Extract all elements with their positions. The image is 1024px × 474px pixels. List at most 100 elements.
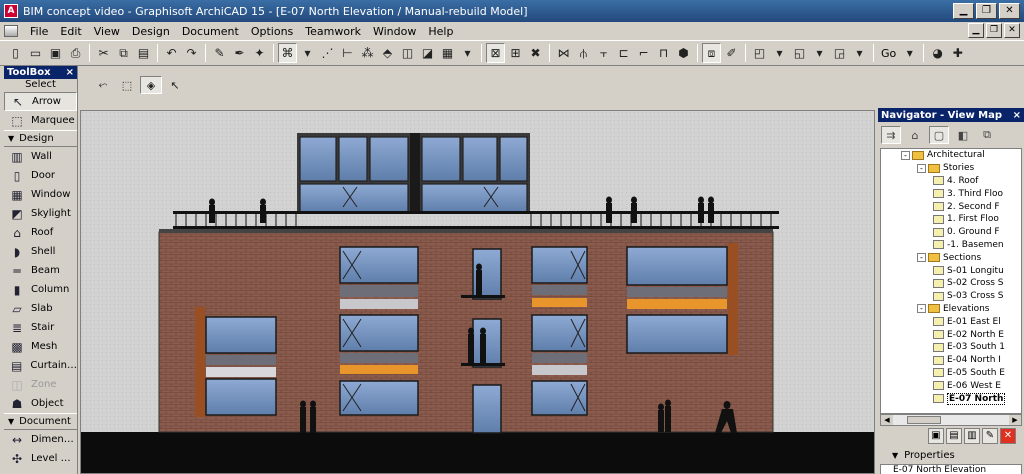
tool-beam[interactable]: ═ Beam bbox=[4, 261, 77, 280]
copy-icon[interactable]: ⧉ bbox=[114, 43, 133, 63]
tree-view-item[interactable]: E-07 North bbox=[881, 392, 1021, 405]
new-file-icon[interactable]: ▯ bbox=[6, 43, 25, 63]
doc-restore-button[interactable]: ❐ bbox=[986, 23, 1002, 38]
document-section-header[interactable]: ▼ Document bbox=[4, 413, 77, 430]
navigator-header[interactable]: Navigator - View Map × bbox=[878, 108, 1024, 122]
tree-view-item[interactable]: S-03 Cross S bbox=[881, 290, 1021, 303]
undo-icon[interactable]: ↶ bbox=[162, 43, 181, 63]
menu-options[interactable]: Options bbox=[245, 25, 299, 38]
tree-folder[interactable]: - Stories bbox=[881, 162, 1021, 175]
delete-icon[interactable]: ✕ bbox=[1000, 428, 1016, 444]
tool-level[interactable]: ✣ Level … bbox=[4, 449, 77, 468]
plan-view-icon[interactable]: ⧈ bbox=[702, 43, 721, 63]
guide-lines-icon[interactable]: ⊢ bbox=[338, 43, 357, 63]
new-folder-icon[interactable]: ▣ bbox=[928, 428, 944, 444]
tree-view-item[interactable]: 0. Ground F bbox=[881, 226, 1021, 239]
magic-wand-icon[interactable]: ✦ bbox=[250, 43, 269, 63]
dropdown-arrow-icon[interactable]: ▾ bbox=[900, 43, 919, 63]
minimize-button[interactable]: ▁ bbox=[953, 3, 974, 19]
tree-view-item[interactable]: S-01 Longitu bbox=[881, 264, 1021, 277]
menu-document[interactable]: Document bbox=[176, 25, 245, 38]
marquee-shape-icon[interactable]: ⬚ bbox=[116, 76, 138, 94]
menu-view[interactable]: View bbox=[88, 25, 126, 38]
tool-wall[interactable]: ▥ Wall bbox=[4, 147, 77, 166]
properties-header[interactable]: ▼ Properties bbox=[880, 448, 1022, 462]
tree-folder[interactable]: - Elevations bbox=[881, 303, 1021, 316]
project-map-icon[interactable]: ⌂ bbox=[905, 126, 925, 144]
offset-icon[interactable]: ⊓ bbox=[654, 43, 673, 63]
document-menu-icon[interactable] bbox=[4, 25, 18, 37]
tool-stair[interactable]: ≣ Stair bbox=[4, 318, 77, 337]
title-bar[interactable]: A BIM concept video - Graphisoft ArchiCA… bbox=[0, 0, 1024, 22]
model-view-icon[interactable]: ▦ bbox=[438, 43, 457, 63]
redo-icon[interactable]: ↷ bbox=[182, 43, 201, 63]
menu-window[interactable]: Window bbox=[367, 25, 422, 38]
section-icon[interactable]: ◱ bbox=[790, 43, 809, 63]
geometry-method-icon[interactable]: ⬿ bbox=[92, 76, 114, 94]
tool-shell[interactable]: ◗ Shell bbox=[4, 242, 77, 261]
toolbox-header[interactable]: ToolBox × bbox=[4, 66, 77, 79]
inject-parameters-icon[interactable]: ✒ bbox=[230, 43, 249, 63]
fillet-icon[interactable]: ⌐ bbox=[634, 43, 653, 63]
menu-edit[interactable]: Edit bbox=[54, 25, 87, 38]
tool-dimen[interactable]: ↔ Dimen… bbox=[4, 430, 77, 449]
tree-view-item[interactable]: -1. Basemen bbox=[881, 239, 1021, 252]
view-map-icon[interactable]: ▢ bbox=[929, 126, 949, 144]
marquee-mode-icon[interactable]: ◈ bbox=[140, 76, 162, 94]
tool-roof[interactable]: ⌂ Roof bbox=[4, 223, 77, 242]
tool-skylight[interactable]: ◩ Skylight bbox=[4, 204, 77, 223]
close-button[interactable]: ✕ bbox=[999, 3, 1020, 19]
collapse-toggle-icon[interactable]: - bbox=[917, 253, 926, 263]
tool-object[interactable]: ☗ Object bbox=[4, 394, 77, 413]
3d-view-icon[interactable]: ◰ bbox=[750, 43, 769, 63]
tree-view-item[interactable]: E-01 East El bbox=[881, 315, 1021, 328]
paint-icon[interactable]: ✐ bbox=[722, 43, 741, 63]
collapse-toggle-icon[interactable]: - bbox=[917, 304, 926, 314]
cut-icon[interactable]: ✂ bbox=[94, 43, 113, 63]
menu-file[interactable]: File bbox=[24, 25, 54, 38]
dropdown-arrow-icon[interactable]: ▾ bbox=[810, 43, 829, 63]
tool-door[interactable]: ▯ Door bbox=[4, 166, 77, 185]
suspend-groups-icon[interactable]: ⌘ bbox=[278, 43, 297, 63]
snap-icon[interactable]: ⋰ bbox=[318, 43, 337, 63]
dropdown-arrow-icon[interactable]: ▾ bbox=[770, 43, 789, 63]
dropdown-arrow-icon[interactable]: ▾ bbox=[298, 43, 317, 63]
walk-icon[interactable]: ✚ bbox=[948, 43, 967, 63]
scroll-thumb[interactable] bbox=[907, 416, 941, 424]
tool-marquee[interactable]: ⬚ Marquee bbox=[4, 111, 77, 130]
tree-folder[interactable]: - Sections bbox=[881, 251, 1021, 264]
tool-curtain[interactable]: ▤ Curtain… bbox=[4, 356, 77, 375]
intersect-icon[interactable]: ⋈ bbox=[554, 43, 573, 63]
archicad-app-icon[interactable]: A bbox=[4, 4, 18, 18]
tool-column[interactable]: ▮ Column bbox=[4, 280, 77, 299]
go-button[interactable]: Go bbox=[878, 47, 899, 60]
doc-close-button[interactable]: ✕ bbox=[1004, 23, 1020, 38]
tree-view-item[interactable]: E-02 North E bbox=[881, 328, 1021, 341]
pen-set-icon[interactable]: ◪ bbox=[418, 43, 437, 63]
publisher-sets-icon[interactable]: ⧉ bbox=[977, 126, 997, 144]
navigator-mode-icon[interactable]: ⇉ bbox=[881, 126, 901, 144]
menu-help[interactable]: Help bbox=[422, 25, 459, 38]
collapse-toggle-icon[interactable]: - bbox=[901, 150, 910, 160]
solid-element-icon[interactable]: ⬢ bbox=[674, 43, 693, 63]
tree-view-item[interactable]: 2. Second F bbox=[881, 200, 1021, 213]
tree-view-item[interactable]: E-06 West E bbox=[881, 379, 1021, 392]
render-icon[interactable]: ◕ bbox=[928, 43, 947, 63]
save-icon[interactable]: ▣ bbox=[46, 43, 65, 63]
menu-design[interactable]: Design bbox=[126, 25, 176, 38]
close-trace-icon[interactable]: ✖ bbox=[526, 43, 545, 63]
view-settings-icon[interactable]: ✎ bbox=[982, 428, 998, 444]
menu-teamwork[interactable]: Teamwork bbox=[299, 25, 367, 38]
open-file-icon[interactable]: ▭ bbox=[26, 43, 45, 63]
print-icon[interactable]: ⎙ bbox=[66, 43, 85, 63]
close-icon[interactable]: × bbox=[66, 67, 74, 78]
tool-zone[interactable]: ◫ Zone bbox=[4, 375, 77, 394]
tree-view-item[interactable]: S-02 Cross S bbox=[881, 277, 1021, 290]
collapse-toggle-icon[interactable]: - bbox=[917, 163, 926, 173]
tool-window[interactable]: ▦ Window bbox=[4, 185, 77, 204]
layer-icon[interactable]: ◫ bbox=[398, 43, 417, 63]
scroll-left-icon[interactable]: ◀ bbox=[881, 415, 893, 425]
close-icon[interactable]: × bbox=[1013, 110, 1021, 121]
tree-horizontal-scrollbar[interactable]: ◀ ▶ bbox=[880, 414, 1022, 426]
doc-minimize-button[interactable]: ▁ bbox=[968, 23, 984, 38]
